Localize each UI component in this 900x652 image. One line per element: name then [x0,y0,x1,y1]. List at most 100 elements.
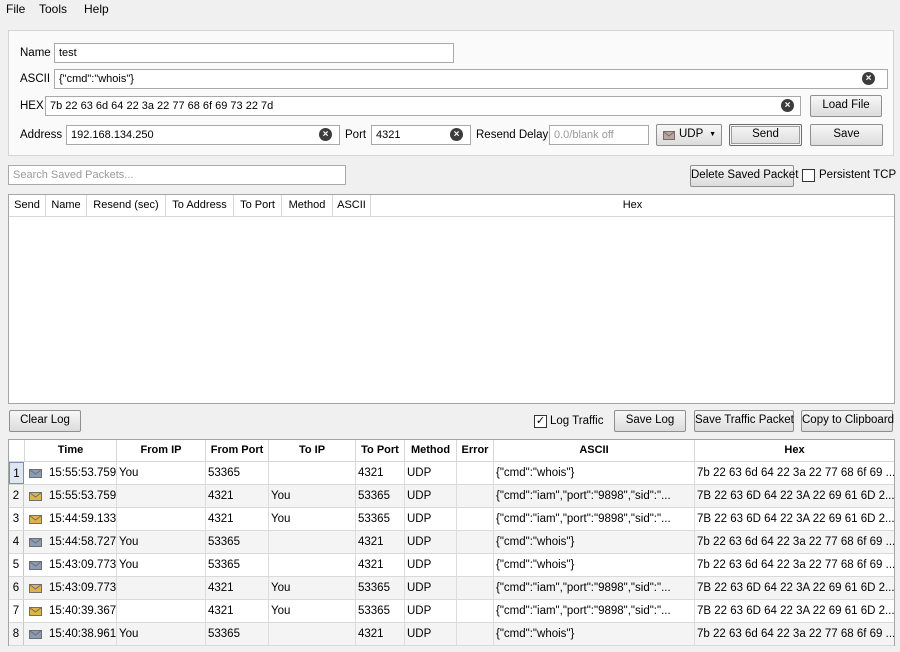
col-ascii[interactable]: ASCII [333,195,371,217]
hex-label: HEX [20,100,44,112]
col-hex[interactable]: Hex [695,440,894,462]
log-row[interactable]: 1 15:55:53.759 You 53365 4321 UDP {"cmd":"whoi… [9,462,894,485]
col-method[interactable]: Method [282,195,333,217]
row-number[interactable]: 4 [9,531,24,553]
cell-hex: 7b 22 63 6d 64 22 3a 22 77 68 6f 69 ... [697,467,894,479]
cell-hex: 7B 22 63 6D 64 22 3A 22 69 61 6D 2... [697,605,894,617]
cell-ascii: {"cmd":"iam","port":"9898","sid":"... [494,600,695,622]
save-button[interactable]: Save [810,124,883,146]
save-log-button[interactable]: Save Log [614,410,686,432]
traffic-log-table[interactable]: Time From IP From Port To IP To Port Met… [8,439,895,646]
row-number[interactable]: 7 [9,600,24,622]
cell-to-ip [269,462,356,484]
col-to-port[interactable]: To Port [234,195,282,217]
row-number[interactable]: 3 [9,508,24,530]
cell-ascii: {"cmd":"whois"} [494,462,695,484]
envelope-in-icon [29,492,42,501]
name-label: Name [20,47,51,59]
load-file-button[interactable]: Load File [810,95,882,117]
cell-method: UDP [405,485,457,507]
cell-from-port: 4321 [206,600,269,622]
hex-clear-icon[interactable]: × [781,99,794,112]
cell-to-ip: You [269,577,356,599]
cell-error [457,485,494,507]
row-number[interactable]: 2 [9,485,24,507]
cell-to-ip [269,623,356,645]
col-from-port[interactable]: From Port [206,440,269,462]
cell-from-ip: You [117,462,206,484]
log-row[interactable]: 3 15:44:59.133 4321 You 53365 UDP {"cmd":"iam"… [9,508,894,531]
cell-to-port: 4321 [356,462,405,484]
row-number[interactable]: 5 [9,554,24,576]
row-number[interactable]: 6 [9,577,24,599]
col-to-address[interactable]: To Address [166,195,234,217]
cell-to-ip: You [269,508,356,530]
cell-from-port: 53365 [206,623,269,645]
copy-to-clipboard-button[interactable]: Copy to Clipboard [801,410,894,432]
row-number[interactable]: 1 [9,462,24,484]
col-ascii[interactable]: ASCII [494,440,695,462]
cell-from-ip: You [117,531,206,553]
row-number[interactable]: 8 [9,623,24,645]
cell-method: UDP [405,623,457,645]
ascii-clear-icon[interactable]: × [862,72,875,85]
log-row[interactable]: 2 15:55:53.759 4321 You 53365 UDP {"cmd":"iam"… [9,485,894,508]
clear-log-button[interactable]: Clear Log [9,410,81,432]
search-saved-input[interactable]: Search Saved Packets... [8,165,346,185]
persistent-tcp-label: Persistent TCP [819,169,897,181]
menu-file[interactable]: File [6,2,25,16]
log-row[interactable]: 5 15:43:09.773 You 53365 4321 UDP {"cmd":"whoi… [9,554,894,577]
send-button[interactable]: Send [729,124,802,146]
cell-error [457,600,494,622]
envelope-in-icon [29,584,42,593]
resend-delay-input[interactable]: 0.0/blank off [549,125,649,145]
cell-method: UDP [405,577,457,599]
persistent-tcp-checkbox[interactable] [802,169,815,182]
delete-saved-packet-button[interactable]: Delete Saved Packet [690,165,798,187]
envelope-in-icon [29,515,42,524]
log-row[interactable]: 6 15:43:09.773 4321 You 53365 UDP {"cmd":"iam"… [9,577,894,600]
cell-from-port: 4321 [206,508,269,530]
envelope-out-icon [29,561,42,570]
cell-method: UDP [405,531,457,553]
menu-bar: File Tools Help [0,0,900,20]
protocol-select[interactable]: UDP ▼ [656,124,722,146]
log-row[interactable]: 8 15:40:38.961 You 53365 4321 UDP {"cmd":"whoi… [9,623,894,646]
ascii-input[interactable]: {"cmd":"whois"} [54,69,888,89]
address-clear-icon[interactable]: × [319,128,332,141]
col-name[interactable]: Name [46,195,87,217]
col-method[interactable]: Method [405,440,457,462]
cell-method: UDP [405,508,457,530]
menu-help[interactable]: Help [84,2,109,16]
cell-from-port: 53365 [206,554,269,576]
saved-packets-table[interactable]: Send Name Resend (sec) To Address To Por… [8,194,895,404]
packet-editor-panel: Name test ASCII {"cmd":"whois"} × HEX 7b… [8,30,894,156]
col-error[interactable]: Error [457,440,494,462]
save-traffic-packet-button[interactable]: Save Traffic Packet [694,410,794,432]
hex-input[interactable]: 7b 22 63 6d 64 22 3a 22 77 68 6f 69 73 2… [45,96,801,116]
col-send[interactable]: Send [9,195,46,217]
port-clear-icon[interactable]: × [450,128,463,141]
cell-hex: 7b 22 63 6d 64 22 3a 22 77 68 6f 69 ... [697,536,894,548]
cell-from-ip [117,508,206,530]
col-to-port[interactable]: To Port [356,440,405,462]
col-resend[interactable]: Resend (sec) [87,195,166,217]
cell-ascii: {"cmd":"iam","port":"9898","sid":"... [494,508,695,530]
col-to-ip[interactable]: To IP [269,440,356,462]
menu-tools[interactable]: Tools [39,2,67,16]
col-from-ip[interactable]: From IP [117,440,206,462]
log-row[interactable]: 4 15:44:58.727 You 53365 4321 UDP {"cmd":"whoi… [9,531,894,554]
cell-to-port: 53365 [356,508,405,530]
log-traffic-checkbox[interactable]: ✓ [534,415,547,428]
cell-error [457,554,494,576]
col-hex[interactable]: Hex [371,195,894,217]
col-time[interactable]: Time [25,440,117,462]
log-row[interactable]: 7 15:40:39.367 4321 You 53365 UDP {"cmd":"iam"… [9,600,894,623]
cell-ascii: {"cmd":"iam","port":"9898","sid":"... [494,577,695,599]
cell-to-ip [269,531,356,553]
cell-from-port: 53365 [206,462,269,484]
address-input[interactable]: 192.168.134.250 [66,125,340,145]
log-traffic-label: Log Traffic [550,415,604,427]
cell-to-port: 4321 [356,531,405,553]
name-input[interactable]: test [54,43,454,63]
